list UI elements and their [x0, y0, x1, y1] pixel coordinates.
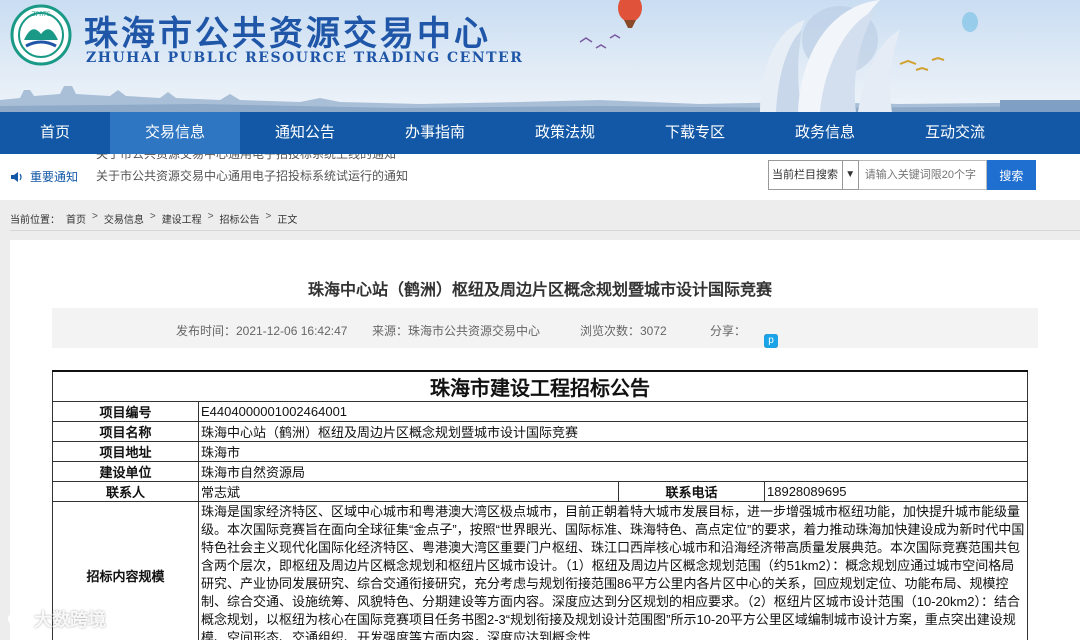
- header-banner: ZPRTC 珠海市公共资源交易中心 ZHUHAI PUBLIC RESOURCE…: [0, 0, 1080, 112]
- share-label: 分享：: [710, 324, 747, 338]
- search-input[interactable]: [858, 160, 987, 190]
- row-value: E4404000001002464001: [198, 401, 1028, 422]
- search-scope-select[interactable]: 当前栏目搜索 ▼: [768, 160, 859, 190]
- row-value: 珠海市: [198, 441, 1028, 462]
- breadcrumb-separator-icon: >: [149, 211, 156, 222]
- table-row: 招标内容规模 珠海是国家经济特区、区域中心城市和粤港澳大湾区极点城市，目前正朝着…: [52, 501, 1028, 640]
- table-row: 联系人 常志斌 联系电话 18928089695: [52, 481, 1028, 502]
- nav-item-policies[interactable]: 政策法规: [500, 112, 630, 154]
- row-label: 建设单位: [52, 461, 199, 482]
- breadcrumb-separator-icon: >: [265, 211, 272, 222]
- row-value: 珠海中心站（鹤洲）枢纽及周边片区概念规划暨城市设计国际竞赛: [198, 421, 1028, 442]
- row-label: 项目地址: [52, 441, 199, 462]
- logo-text: ZPRTC: [32, 11, 51, 18]
- watermark: 大数跨境: [8, 606, 106, 632]
- site-title-en: ZHUHAI PUBLIC RESOURCE TRADING CENTER: [86, 50, 524, 66]
- article-source: 来源：珠海市公共资源交易中心: [372, 324, 541, 338]
- nav-item-service-guide[interactable]: 办事指南: [370, 112, 500, 154]
- nav-item-trading-info[interactable]: 交易信息: [110, 112, 240, 154]
- phone-value: 18928089695: [764, 481, 1028, 502]
- table-row: 建设单位 珠海市自然资源局: [52, 461, 1028, 482]
- contact-value: 常志斌: [198, 481, 619, 502]
- speaker-icon: [11, 171, 22, 182]
- phone-label: 联系电话: [618, 481, 765, 502]
- notice-label: 重要通知: [10, 168, 78, 185]
- zprtc-logo: ZPRTC: [10, 4, 72, 66]
- scope-text: 珠海是国家经济特区、区域中心城市和粤港澳大湾区极点城市，目前正朝着特大城市发展目…: [198, 501, 1028, 640]
- nav-item-interaction[interactable]: 互动交流: [890, 112, 1020, 154]
- breadcrumb-item-current: 正文: [277, 215, 298, 226]
- breadcrumb-prefix: 当前位置：: [10, 215, 60, 226]
- breadcrumb-separator-icon: >: [92, 211, 98, 222]
- breadcrumb-divider: [10, 230, 1080, 231]
- notice-item[interactable]: 关于市公共资源交易中心通用电子招投标系统试运行的通知: [96, 165, 426, 187]
- notice-item[interactable]: 关于市公共资源交易中心通用电子招投标系统上线的通知: [96, 154, 426, 165]
- tender-table: 珠海市建设工程招标公告 项目编号 E4404000001002464001 项目…: [52, 370, 1028, 640]
- table-row: 项目编号 E4404000001002464001: [52, 401, 1028, 422]
- view-count: 浏览次数：3072: [580, 324, 667, 338]
- contact-label: 联系人: [52, 481, 199, 502]
- nav-item-announcements[interactable]: 通知公告: [240, 112, 370, 154]
- nav-item-downloads[interactable]: 下载专区: [630, 112, 760, 154]
- row-value: 珠海市自然资源局: [198, 461, 1028, 482]
- nav-item-gov-info[interactable]: 政务信息: [760, 112, 890, 154]
- opera-house-illustration: [579, 0, 1080, 112]
- search-scope-value: 当前栏目搜索: [772, 169, 838, 181]
- breadcrumb-separator-icon: >: [207, 211, 214, 222]
- breadcrumb-item-tender[interactable]: 招标公告: [220, 211, 260, 226]
- notice-label-text: 重要通知: [30, 170, 79, 184]
- search-button[interactable]: 搜索: [986, 160, 1036, 190]
- row-label: 项目名称: [52, 421, 199, 442]
- table-row: 项目名称 珠海中心站（鹤洲）枢纽及周边片区概念规划暨城市设计国际竞赛: [52, 421, 1028, 442]
- row-label: 项目编号: [52, 401, 199, 422]
- site-title-cn: 珠海市公共资源交易中心: [84, 14, 491, 54]
- breadcrumb-item-home[interactable]: 首页: [66, 211, 86, 226]
- nav-item-home[interactable]: 首页: [0, 112, 110, 154]
- breadcrumb: 当前位置： 首页 > 交易信息 > 建设工程 > 招标公告 > 正文: [10, 211, 297, 226]
- tender-heading: 珠海市建设工程招标公告: [52, 370, 1028, 402]
- article-title: 珠海中心站（鹤洲）枢纽及周边片区概念规划暨城市设计国际竞赛: [307, 282, 772, 299]
- search-box: 当前栏目搜索 ▼ 搜索: [768, 160, 1036, 190]
- main-nav: 首页 交易信息 通知公告 办事指南 政策法规 下载专区 政务信息 互动交流: [0, 112, 1080, 154]
- chevron-down-icon: ▼: [841, 161, 858, 189]
- notice-ticker: 关于市公共资源交易中心通用电子招投标系统上线的通知 关于市公共资源交易中心通用电…: [96, 154, 426, 188]
- table-row: 项目地址 珠海市: [52, 441, 1028, 462]
- article-meta: 发布时间：2021-12-06 16:42:47 来源：珠海市公共资源交易中心 …: [52, 308, 1038, 348]
- breadcrumb-item-construction[interactable]: 建设工程: [162, 211, 202, 226]
- watermark-text: 大数跨境: [34, 610, 106, 630]
- breadcrumb-item-trading-info[interactable]: 交易信息: [104, 211, 144, 226]
- watermark-logo-icon: [8, 613, 29, 625]
- publish-time: 发布时间：2021-12-06 16:42:47: [176, 324, 348, 338]
- article-panel: 珠海中心站（鹤洲）枢纽及周边片区概念规划暨城市设计国际竞赛 发布时间：2021-…: [10, 240, 1080, 640]
- share-tencent-icon[interactable]: p: [764, 334, 778, 348]
